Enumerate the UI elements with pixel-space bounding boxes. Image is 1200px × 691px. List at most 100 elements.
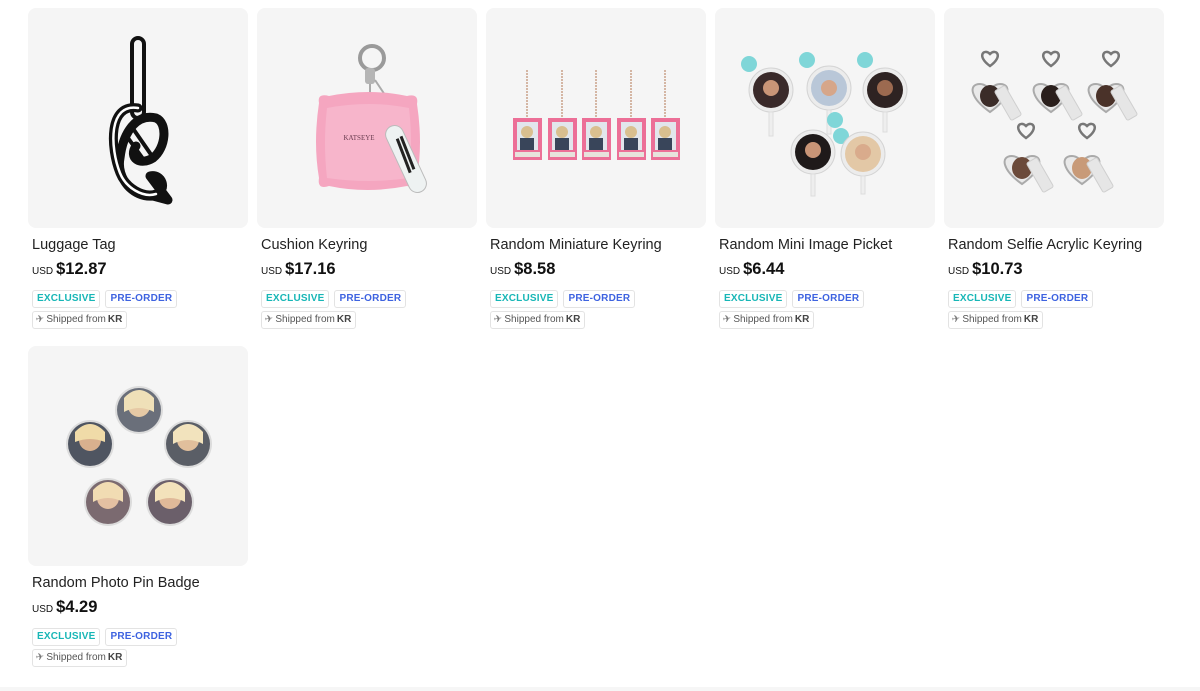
- shipping-origin: KR: [336, 314, 352, 325]
- exclusive-badge: EXCLUSIVE: [32, 290, 101, 308]
- preorder-badge: PRE-ORDER: [563, 290, 636, 308]
- product-price: USD $17.16: [261, 260, 336, 279]
- product-card-mini-image-picket[interactable]: Random Mini Image Picket USD $6.44 EXCLU…: [715, 8, 935, 330]
- preorder-badge: PRE-ORDER: [105, 628, 178, 646]
- product-price: USD $8.58: [490, 260, 555, 279]
- badge-row: EXCLUSIVE PRE-ORDER: [719, 290, 865, 308]
- plane-icon: ✈: [722, 313, 733, 326]
- exclusive-badge: EXCLUSIVE: [719, 290, 788, 308]
- plane-icon: ✈: [951, 313, 962, 326]
- shipping-badge: ✈ Shipped from KR: [32, 649, 128, 667]
- luggage-tag-image: [108, 36, 173, 205]
- keyring-print-text: KATSEYE: [343, 134, 374, 142]
- keyring-5: [651, 70, 680, 160]
- preorder-badge: PRE-ORDER: [792, 290, 865, 308]
- heart-keyring-2: [1032, 50, 1083, 121]
- preorder-badge: PRE-ORDER: [1021, 290, 1094, 308]
- exclusive-badge: EXCLUSIVE: [261, 290, 330, 308]
- preorder-badge: PRE-ORDER: [334, 290, 407, 308]
- shipping-prefix: Shipped from: [46, 314, 106, 325]
- product-card-miniature-keyring[interactable]: Random Miniature Keyring USD $8.58 EXCLU…: [486, 8, 706, 330]
- shipping-badge: ✈ Shipped from KR: [490, 311, 586, 329]
- exclusive-badge: EXCLUSIVE: [32, 628, 101, 646]
- heart-keyring-1: [971, 50, 1022, 121]
- selfie-acrylic-keyring-image: [971, 50, 1138, 193]
- product-price: USD $12.87: [32, 260, 107, 279]
- price-amount: $10.73: [972, 260, 1023, 278]
- pin-badge-2: [66, 420, 114, 468]
- shipping-prefix: Shipped from: [46, 652, 106, 663]
- product-image[interactable]: [28, 8, 248, 228]
- keyring-3: [582, 70, 611, 160]
- badge-row: EXCLUSIVE PRE-ORDER: [261, 290, 407, 308]
- shipping-origin: KR: [1023, 314, 1039, 325]
- badge-row: EXCLUSIVE PRE-ORDER: [948, 290, 1094, 308]
- picket-5: [833, 128, 886, 195]
- product-price: USD $6.44: [719, 260, 784, 279]
- product-card-luggage-tag[interactable]: Luggage Tag USD $12.87 EXCLUSIVE PRE-ORD…: [28, 8, 248, 330]
- shipping-prefix: Shipped from: [275, 314, 335, 325]
- product-image[interactable]: [944, 8, 1164, 228]
- price-amount: $17.16: [285, 260, 336, 278]
- price-amount: $4.29: [56, 598, 98, 616]
- product-card-cushion-keyring[interactable]: KATSEYE Cushion Keyring USD $17.16 EXCLU…: [257, 8, 477, 330]
- heart-keyring-3: [1087, 50, 1138, 121]
- product-image[interactable]: [715, 8, 935, 228]
- picket-1: [741, 56, 794, 137]
- preorder-badge: PRE-ORDER: [105, 290, 178, 308]
- keyring-2: [548, 70, 577, 160]
- product-grid: Luggage Tag USD $12.87 EXCLUSIVE PRE-ORD…: [28, 8, 1164, 668]
- pin-badge-3: [164, 420, 212, 468]
- mini-image-picket-image: [741, 52, 908, 197]
- currency-label: USD: [32, 266, 54, 277]
- product-name[interactable]: Luggage Tag: [32, 237, 116, 253]
- product-image[interactable]: KATSEYE: [257, 8, 477, 228]
- shipping-badge: ✈ Shipped from KR: [719, 311, 815, 329]
- plane-icon: ✈: [493, 313, 504, 326]
- page-bottom-strip: [0, 687, 1200, 691]
- currency-label: USD: [490, 266, 512, 277]
- shipping-badge: ✈ Shipped from KR: [948, 311, 1044, 329]
- shipping-prefix: Shipped from: [733, 314, 793, 325]
- shipping-badge: ✈ Shipped from KR: [261, 311, 357, 329]
- cushion-keyring-image: KATSEYE: [316, 44, 427, 193]
- keyring-1: [513, 70, 542, 160]
- price-amount: $12.87: [56, 260, 107, 278]
- badge-row: EXCLUSIVE PRE-ORDER: [32, 290, 178, 308]
- shipping-prefix: Shipped from: [504, 314, 564, 325]
- price-amount: $8.58: [514, 260, 556, 278]
- heart-keyring-5: [1063, 122, 1114, 193]
- currency-label: USD: [948, 266, 970, 277]
- keyring-4: [617, 70, 646, 160]
- plane-icon: ✈: [35, 313, 46, 326]
- badge-row: EXCLUSIVE PRE-ORDER: [32, 628, 178, 646]
- badge-row: EXCLUSIVE PRE-ORDER: [490, 290, 636, 308]
- pin-badge-4: [84, 478, 132, 526]
- currency-label: USD: [32, 604, 54, 615]
- product-name[interactable]: Random Photo Pin Badge: [32, 575, 200, 591]
- product-image[interactable]: [28, 346, 248, 566]
- pin-badge-5: [146, 478, 194, 526]
- product-card-photo-pin-badge[interactable]: Random Photo Pin Badge USD $4.29 EXCLUSI…: [28, 346, 248, 668]
- exclusive-badge: EXCLUSIVE: [948, 290, 1017, 308]
- price-amount: $6.44: [743, 260, 785, 278]
- product-name[interactable]: Random Mini Image Picket: [719, 237, 892, 253]
- plane-icon: ✈: [264, 313, 275, 326]
- picket-4: [790, 112, 843, 197]
- currency-label: USD: [261, 266, 283, 277]
- shipping-origin: KR: [107, 314, 123, 325]
- picket-3: [857, 52, 908, 133]
- miniature-keyring-image: [513, 70, 680, 160]
- product-price: USD $10.73: [948, 260, 1023, 279]
- product-name[interactable]: Random Miniature Keyring: [490, 237, 662, 253]
- shipping-origin: KR: [107, 652, 123, 663]
- product-name[interactable]: Cushion Keyring: [261, 237, 367, 253]
- product-card-selfie-acrylic-keyring[interactable]: Random Selfie Acrylic Keyring USD $10.73…: [944, 8, 1164, 330]
- shipping-origin: KR: [565, 314, 581, 325]
- product-price: USD $4.29: [32, 598, 97, 617]
- photo-pin-badge-image: [66, 386, 212, 526]
- product-name[interactable]: Random Selfie Acrylic Keyring: [948, 237, 1142, 253]
- pin-badge-1: [115, 386, 163, 434]
- exclusive-badge: EXCLUSIVE: [490, 290, 559, 308]
- product-image[interactable]: [486, 8, 706, 228]
